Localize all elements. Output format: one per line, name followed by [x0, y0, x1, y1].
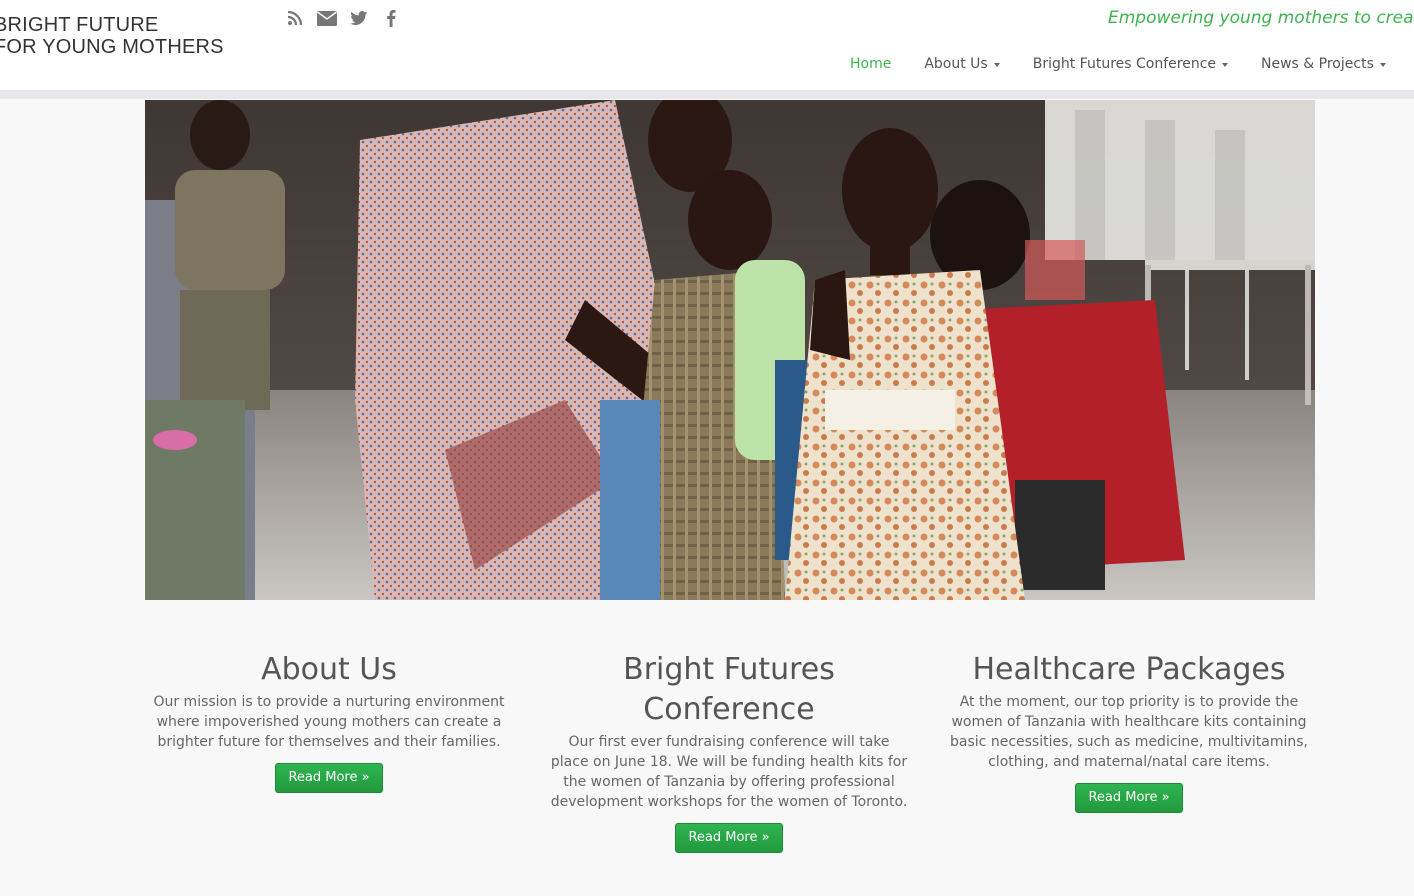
- about-us-section: About Us Our mission is to provide a nur…: [149, 650, 509, 793]
- nav-about-us[interactable]: About Us: [908, 54, 1016, 74]
- social-links: [284, 8, 402, 28]
- logo-line-1: BRIGHT FUTURE: [0, 14, 159, 36]
- nav-news-projects[interactable]: News & Projects: [1245, 54, 1403, 74]
- main-nav: Home About Us Bright Futures Conference …: [834, 54, 1403, 74]
- nav-about-label: About Us: [924, 56, 988, 72]
- conference-heading: Bright Futures Conference: [623, 652, 835, 727]
- conference-read-more-button[interactable]: Read More »: [675, 823, 783, 853]
- hero-image: [145, 100, 1315, 600]
- header-divider: [0, 90, 1414, 99]
- site-logo[interactable]: BRIGHT FUTURE FOR YOUNG MOTHERS: [0, 14, 224, 58]
- caret-down-icon: [993, 63, 1000, 67]
- healthcare-heading: Healthcare Packages: [972, 652, 1286, 687]
- healthcare-text: At the moment, our top priority is to pr…: [950, 694, 1308, 770]
- logo-line-2: FOR YOUNG MOTHERS: [0, 36, 224, 58]
- about-us-heading: About Us: [261, 652, 397, 687]
- conference-section: Bright Futures Conference Our first ever…: [549, 650, 909, 853]
- nav-home[interactable]: Home: [834, 54, 908, 74]
- envelope-icon[interactable]: [316, 8, 338, 28]
- caret-down-icon: [1222, 63, 1229, 67]
- about-read-more-button[interactable]: Read More »: [275, 763, 383, 793]
- twitter-icon[interactable]: [348, 8, 370, 28]
- nav-home-label: Home: [850, 56, 892, 72]
- conference-text: Our first ever fundraising conference wi…: [550, 734, 908, 810]
- caret-down-icon: [1379, 63, 1386, 67]
- hero-photo-illustration: [145, 100, 1315, 600]
- site-header: BRIGHT FUTURE FOR YOUNG MOTHERS Empoweri…: [0, 0, 1414, 90]
- nav-conference[interactable]: Bright Futures Conference: [1017, 54, 1245, 74]
- healthcare-section: Healthcare Packages At the moment, our t…: [949, 650, 1309, 813]
- about-us-text: Our mission is to provide a nurturing en…: [153, 694, 505, 750]
- rss-icon[interactable]: [284, 8, 306, 28]
- facebook-icon[interactable]: [380, 8, 402, 28]
- nav-news-label: News & Projects: [1261, 56, 1374, 72]
- site-tagline: Empowering young mothers to creat: [1108, 8, 1414, 28]
- nav-conference-label: Bright Futures Conference: [1032, 56, 1217, 72]
- healthcare-read-more-button[interactable]: Read More »: [1075, 783, 1183, 813]
